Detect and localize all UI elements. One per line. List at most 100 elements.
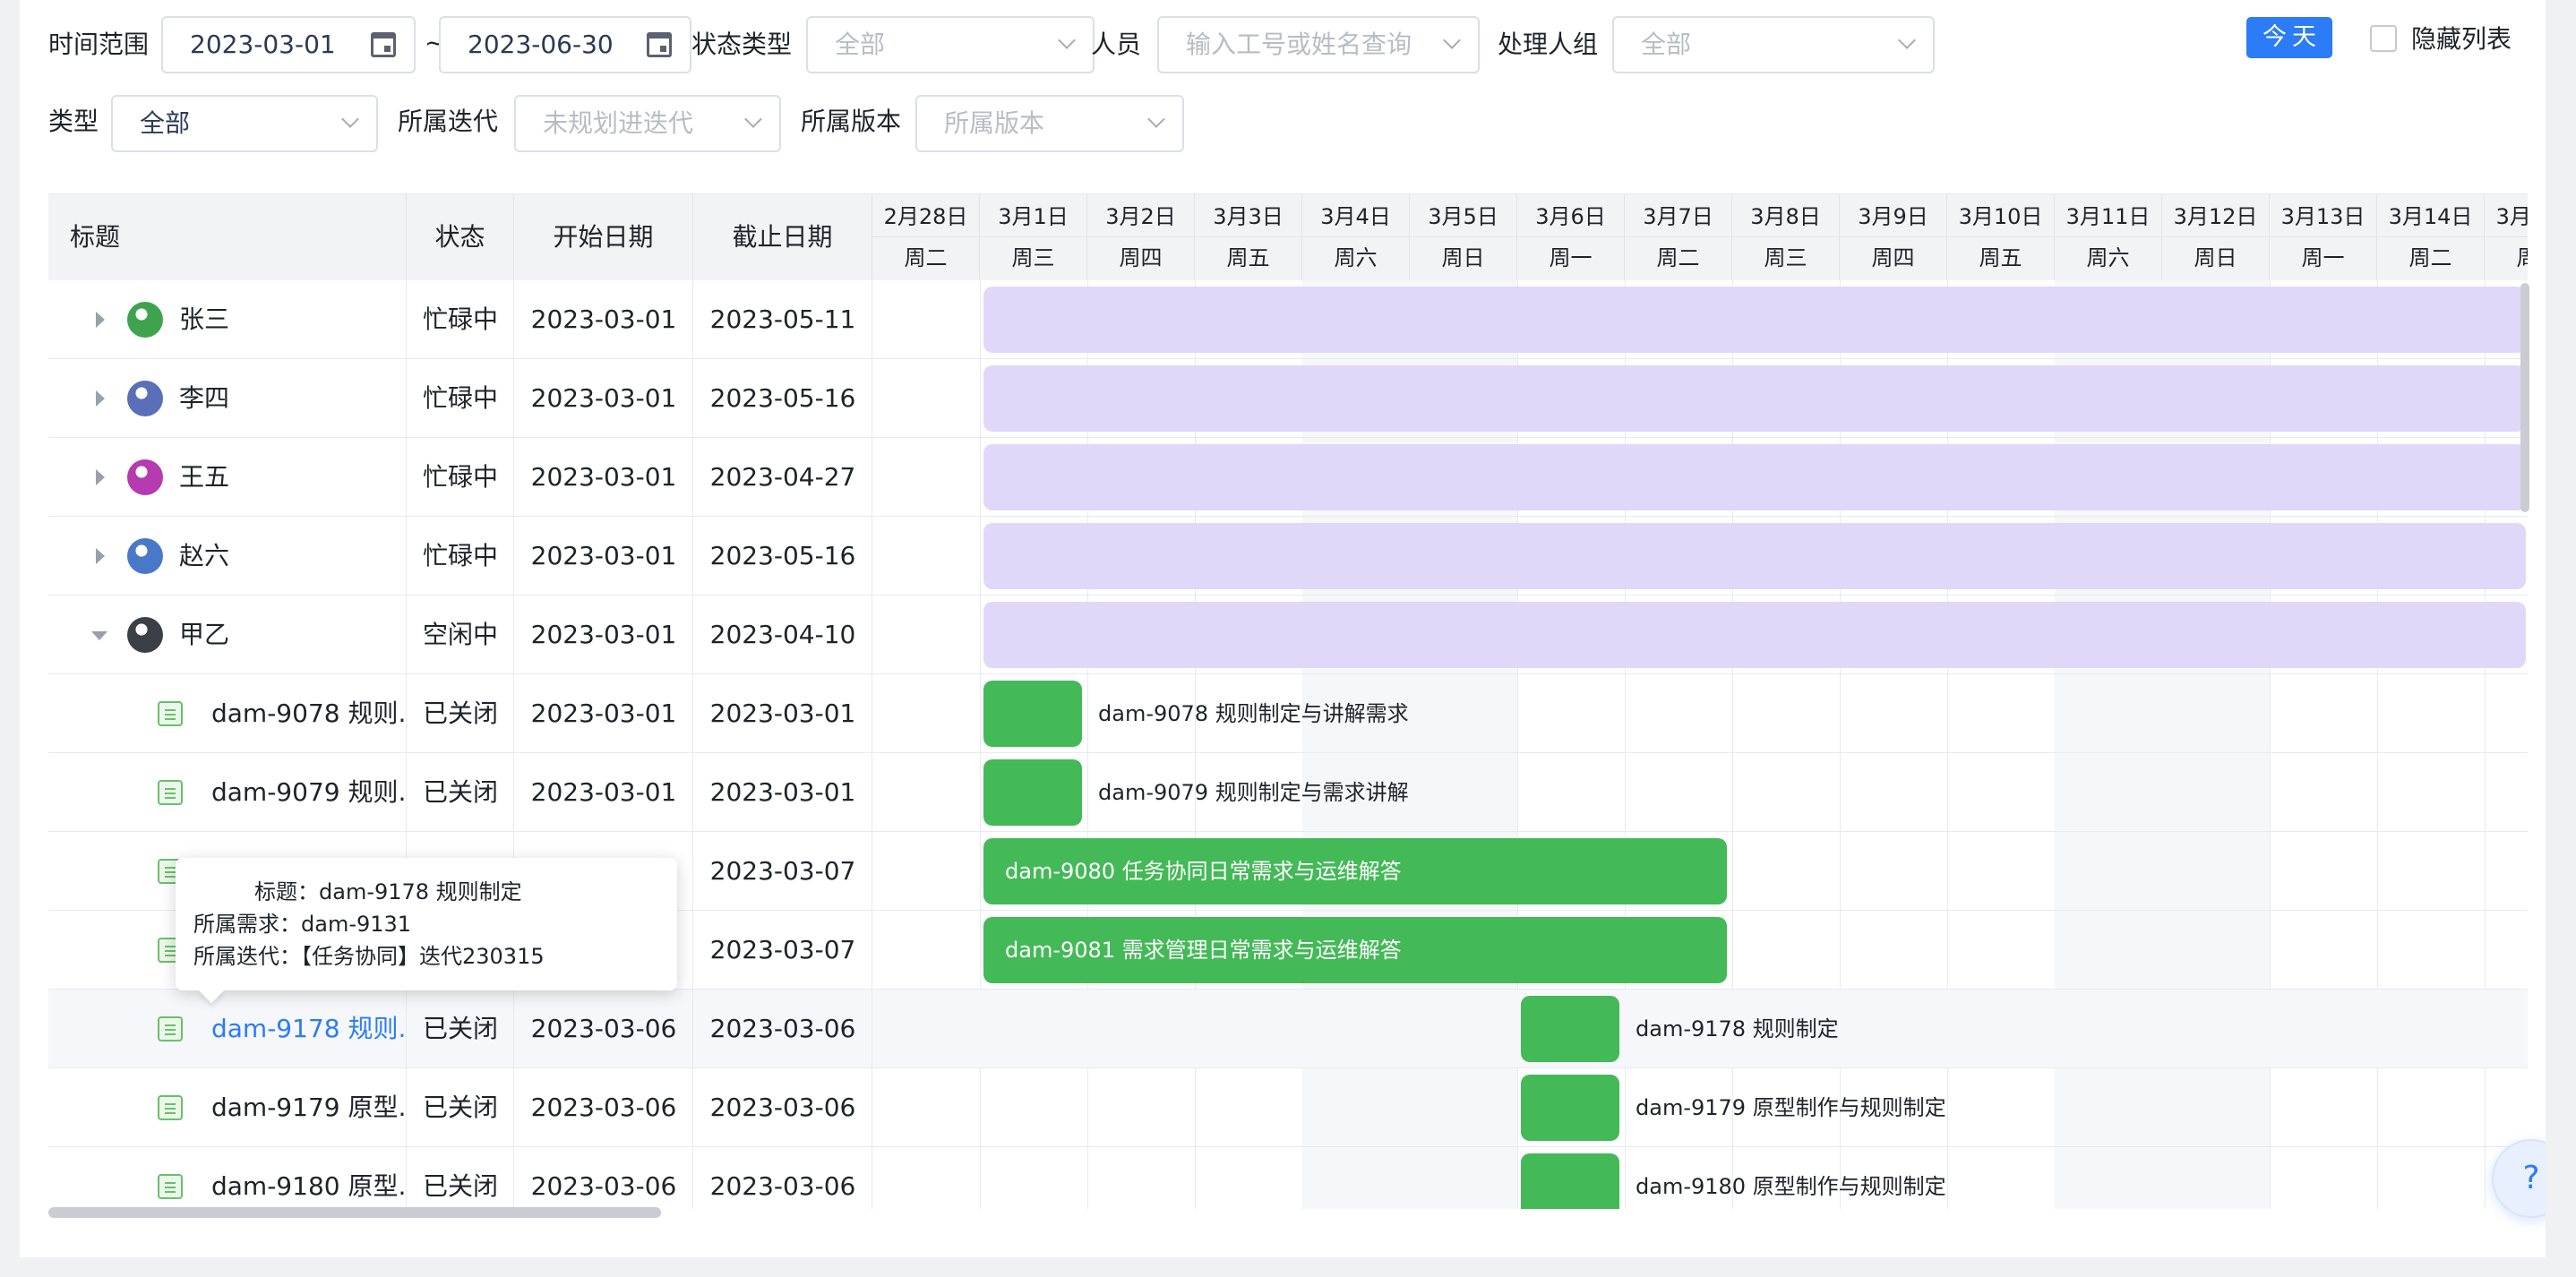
person-placeholder: 输入工号或姓名查询: [1186, 30, 1413, 59]
task-row[interactable]: dam-9178 规则... 已关闭 2023-03-06 2023-03-06 dam…: [48, 990, 2528, 1068]
task-title[interactable]: dam-9179 原型...: [211, 1068, 405, 1147]
row-start-date: 2023-03-01: [530, 777, 677, 807]
task-bar[interactable]: [983, 681, 1082, 747]
task-row[interactable]: dam-9179 原型... 已关闭 2023-03-06 2023-03-06 dam…: [48, 1068, 2528, 1147]
task-row[interactable]: dam-9180 原型... 已关闭 2023-03-06 2023-03-06 dam…: [48, 1147, 2528, 1209]
day-header: 2月28日 周二: [872, 194, 980, 280]
task-bar-label: dam-9078 规则制定与讲解需求: [1098, 701, 1409, 726]
task-bar[interactable]: [1521, 1153, 1619, 1209]
row-status: 已关闭: [422, 1171, 498, 1201]
task-icon: [158, 780, 183, 805]
row-end-date: 2023-04-27: [709, 462, 856, 492]
task-title[interactable]: dam-9079 规则...: [211, 753, 405, 832]
task-row[interactable]: dam-9079 规则... 已关闭 2023-03-01 2023-03-01 dam…: [48, 753, 2528, 832]
person-schedule-bar[interactable]: [983, 365, 2526, 432]
calendar-icon: [647, 32, 672, 57]
day-header: 3月14日 周二: [2377, 194, 2485, 280]
person-row[interactable]: 赵六 忙碌中 2023-03-01 2023-05-16: [48, 517, 2528, 596]
day-weekday: 周一: [1549, 245, 1593, 270]
day-weekday: 周三: [1011, 245, 1055, 270]
task-bar[interactable]: dam-9081 需求管理日常需求与运维解答: [983, 917, 1727, 983]
day-date: 3月11日: [2055, 194, 2161, 237]
avatar: [127, 381, 163, 416]
day-weekday: 周三: [2485, 237, 2529, 280]
column-status-header: 状态: [407, 194, 514, 280]
tooltip-iteration: 所属迭代：【任务协同】迭代230315: [193, 944, 545, 969]
task-title[interactable]: dam-9078 规则...: [211, 674, 405, 753]
task-tooltip: 标题：dam-9178 规则制定 所属需求：dam-9131 所属迭代：【任务协…: [176, 858, 677, 990]
caret-right-icon[interactable]: [96, 548, 105, 564]
person-name: 张三: [179, 304, 230, 334]
day-date: 3月14日: [2377, 194, 2484, 237]
row-start-date: 2023-03-06: [530, 1171, 677, 1201]
day-weekday: 周五: [1226, 245, 1270, 270]
person-row[interactable]: 王五 忙碌中 2023-03-01 2023-04-27: [48, 438, 2528, 517]
task-bar[interactable]: [983, 759, 1082, 826]
group-select[interactable]: 全部: [1612, 16, 1935, 73]
person-schedule-bar[interactable]: [983, 602, 2526, 668]
day-date: 3月10日: [1947, 194, 2054, 237]
day-header: 3月11日 周六: [2055, 194, 2162, 280]
version-label: 所属版本: [801, 107, 902, 136]
person-label: 人员: [1091, 30, 1142, 59]
caret-right-icon[interactable]: [96, 469, 105, 485]
row-status: 已关闭: [422, 698, 498, 728]
row-end-date: 2023-03-01: [709, 777, 856, 807]
person-name: 赵六: [179, 541, 230, 570]
task-title[interactable]: dam-9178 规则...: [211, 990, 405, 1068]
group-label: 处理人组: [1498, 30, 1599, 59]
row-status: 忙碌中: [422, 462, 498, 492]
hide-list-label[interactable]: 隐藏列表: [2411, 21, 2512, 57]
date-end-input[interactable]: 2023-06-30: [439, 16, 691, 73]
status-type-label: 状态类型: [691, 30, 793, 59]
chevron-down-icon: [1443, 31, 1461, 49]
hide-list-checkbox[interactable]: [2370, 25, 2397, 52]
row-end-date: 2023-05-11: [709, 304, 856, 334]
horizontal-scrollbar[interactable]: [48, 1207, 2528, 1220]
iteration-select[interactable]: 未规划进迭代: [514, 95, 781, 152]
task-row[interactable]: dam-9078 规则... 已关闭 2023-03-01 2023-03-01 dam…: [48, 674, 2528, 753]
person-row[interactable]: 张三 忙碌中 2023-03-01 2023-05-11: [48, 280, 2528, 359]
caret-right-icon[interactable]: [96, 312, 105, 328]
row-start-date: 2023-03-01: [530, 698, 677, 728]
row-end-date: 2023-03-01: [709, 698, 856, 728]
tooltip-requirement: 所属需求：dam-9131: [193, 912, 412, 937]
version-select[interactable]: 所属版本: [915, 95, 1184, 152]
task-bar[interactable]: [1521, 996, 1619, 1062]
person-schedule-bar[interactable]: [983, 287, 2526, 353]
caret-right-icon[interactable]: [96, 390, 105, 407]
horizontal-scrollbar-thumb[interactable]: [48, 1207, 661, 1218]
task-title[interactable]: dam-9180 原型...: [211, 1147, 405, 1209]
task-icon: [158, 1095, 183, 1120]
day-date: 3月13日: [2270, 194, 2376, 237]
row-end-date: 2023-05-16: [709, 541, 856, 570]
task-bar[interactable]: [1521, 1075, 1619, 1141]
person-row[interactable]: 李四 忙碌中 2023-03-01 2023-05-16: [48, 359, 2528, 438]
day-date: 3月9日: [1840, 194, 1946, 237]
row-start-date: 2023-03-01: [530, 541, 677, 570]
chevron-down-icon: [1898, 31, 1916, 49]
row-status: 空闲中: [422, 620, 498, 649]
row-status: 忙碌中: [422, 304, 498, 334]
day-date: 3月6日: [1517, 194, 1624, 237]
person-row[interactable]: 甲乙 空闲中 2023-03-01 2023-04-10: [48, 596, 2528, 674]
day-date: 3月12日: [2162, 194, 2269, 237]
day-weekday: 周四: [1119, 245, 1163, 270]
type-label: 类型: [48, 107, 99, 136]
caret-down-icon[interactable]: [91, 631, 107, 640]
today-button[interactable]: 今天: [2246, 17, 2332, 58]
date-start-input[interactable]: 2023-03-01: [161, 16, 416, 73]
row-start-date: 2023-03-01: [530, 383, 677, 413]
person-schedule-bar[interactable]: [983, 523, 2526, 589]
avatar: [127, 538, 163, 574]
day-header: 3月3日 周五: [1195, 194, 1302, 280]
task-bar[interactable]: dam-9080 任务协同日常需求与运维解答: [983, 838, 1727, 904]
person-schedule-bar[interactable]: [983, 444, 2526, 510]
day-header: 3月5日 周日: [1410, 194, 1517, 280]
type-select[interactable]: 全部: [111, 95, 378, 152]
status-type-select[interactable]: 全部: [806, 16, 1095, 73]
vertical-scrollbar[interactable]: [2520, 283, 2529, 512]
person-search-select[interactable]: 输入工号或姓名查询: [1157, 16, 1480, 73]
row-end-date: 2023-04-10: [709, 620, 856, 649]
task-bar-label: dam-9079 规则制定与需求讲解: [1098, 780, 1409, 805]
